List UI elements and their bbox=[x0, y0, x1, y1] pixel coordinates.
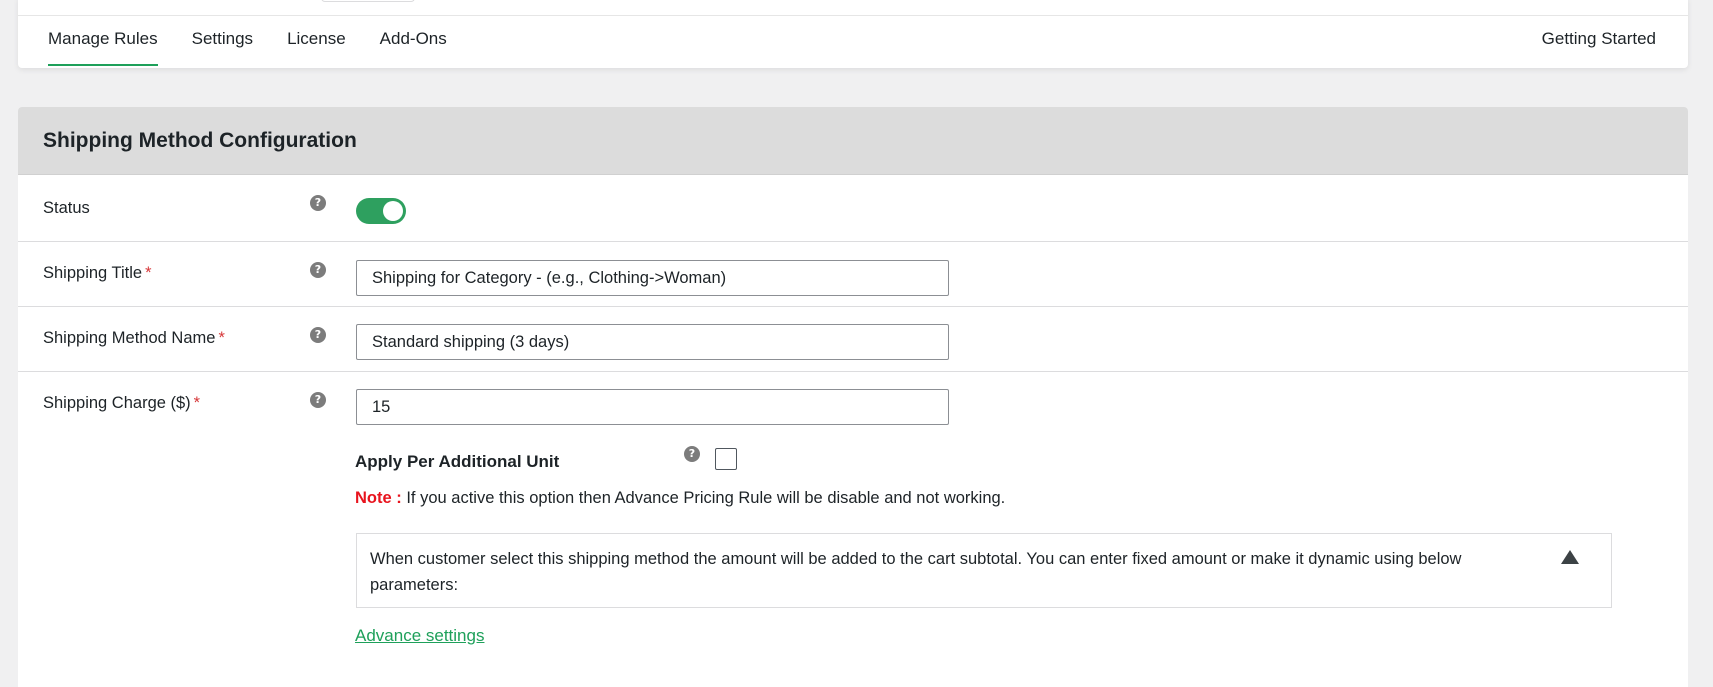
shipping-title-label: Shipping Title * bbox=[43, 264, 152, 283]
nav-top-control-stub bbox=[321, 0, 415, 2]
shipping-method-name-label-text: Shipping Method Name bbox=[43, 329, 216, 347]
toggle-knob bbox=[383, 201, 403, 221]
top-nav-card: Manage Rules Settings License Add-Ons Ge… bbox=[18, 0, 1688, 68]
advance-settings-link[interactable]: Advance settings bbox=[355, 626, 484, 646]
shipping-title-help-icon[interactable]: ? bbox=[310, 262, 326, 278]
shipping-method-name-row: Shipping Method Name * ? bbox=[18, 307, 1688, 372]
shipping-charge-input[interactable] bbox=[356, 389, 949, 425]
status-label: Status bbox=[43, 199, 90, 218]
status-row: Status ? bbox=[18, 175, 1688, 242]
required-asterisk: * bbox=[193, 394, 201, 412]
getting-started-link[interactable]: Getting Started bbox=[1542, 29, 1656, 49]
note-line: Note : If you active this option then Ad… bbox=[355, 489, 1005, 508]
shipping-charge-label: Shipping Charge ($) * bbox=[43, 394, 200, 413]
config-section-title: Shipping Method Configuration bbox=[18, 107, 1688, 175]
apply-per-unit-help-icon[interactable]: ? bbox=[684, 446, 700, 462]
charge-info-text: When customer select this shipping metho… bbox=[370, 550, 1462, 594]
shipping-method-name-help-icon[interactable]: ? bbox=[310, 327, 326, 343]
shipping-title-label-text: Shipping Title bbox=[43, 264, 143, 282]
status-toggle[interactable] bbox=[356, 198, 406, 224]
shipping-method-name-input[interactable] bbox=[356, 324, 949, 360]
shipping-method-name-label: Shipping Method Name * bbox=[43, 329, 225, 348]
apply-per-unit-checkbox[interactable] bbox=[715, 448, 737, 470]
charge-info-box: When customer select this shipping metho… bbox=[356, 533, 1612, 608]
shipping-charge-help-icon[interactable]: ? bbox=[310, 392, 326, 408]
nav-tabs: Manage Rules Settings License Add-Ons bbox=[18, 16, 451, 66]
required-asterisk: * bbox=[145, 264, 152, 282]
note-label: Note : bbox=[355, 489, 402, 507]
tab-manage-rules[interactable]: Manage Rules bbox=[48, 16, 158, 66]
shipping-config-card: Shipping Method Configuration Status ? S… bbox=[18, 107, 1688, 687]
apply-per-unit-label: Apply Per Additional Unit bbox=[355, 452, 560, 471]
status-label-text: Status bbox=[43, 199, 90, 217]
shipping-charge-label-text: Shipping Charge ($) bbox=[43, 394, 191, 412]
shipping-title-input[interactable] bbox=[356, 260, 949, 296]
note-text: If you active this option then Advance P… bbox=[401, 489, 1006, 507]
tab-license[interactable]: License bbox=[287, 16, 346, 64]
nav-top-strip bbox=[18, 0, 1688, 16]
shipping-title-row: Shipping Title * ? bbox=[18, 242, 1688, 307]
status-help-icon[interactable]: ? bbox=[310, 195, 326, 211]
collapse-arrow-icon[interactable] bbox=[1561, 550, 1579, 564]
shipping-charge-row: Shipping Charge ($)* ? Apply Per Additio… bbox=[18, 372, 1688, 672]
tab-settings[interactable]: Settings bbox=[192, 16, 253, 64]
required-asterisk: * bbox=[218, 329, 225, 347]
tab-add-ons[interactable]: Add-Ons bbox=[380, 16, 447, 64]
